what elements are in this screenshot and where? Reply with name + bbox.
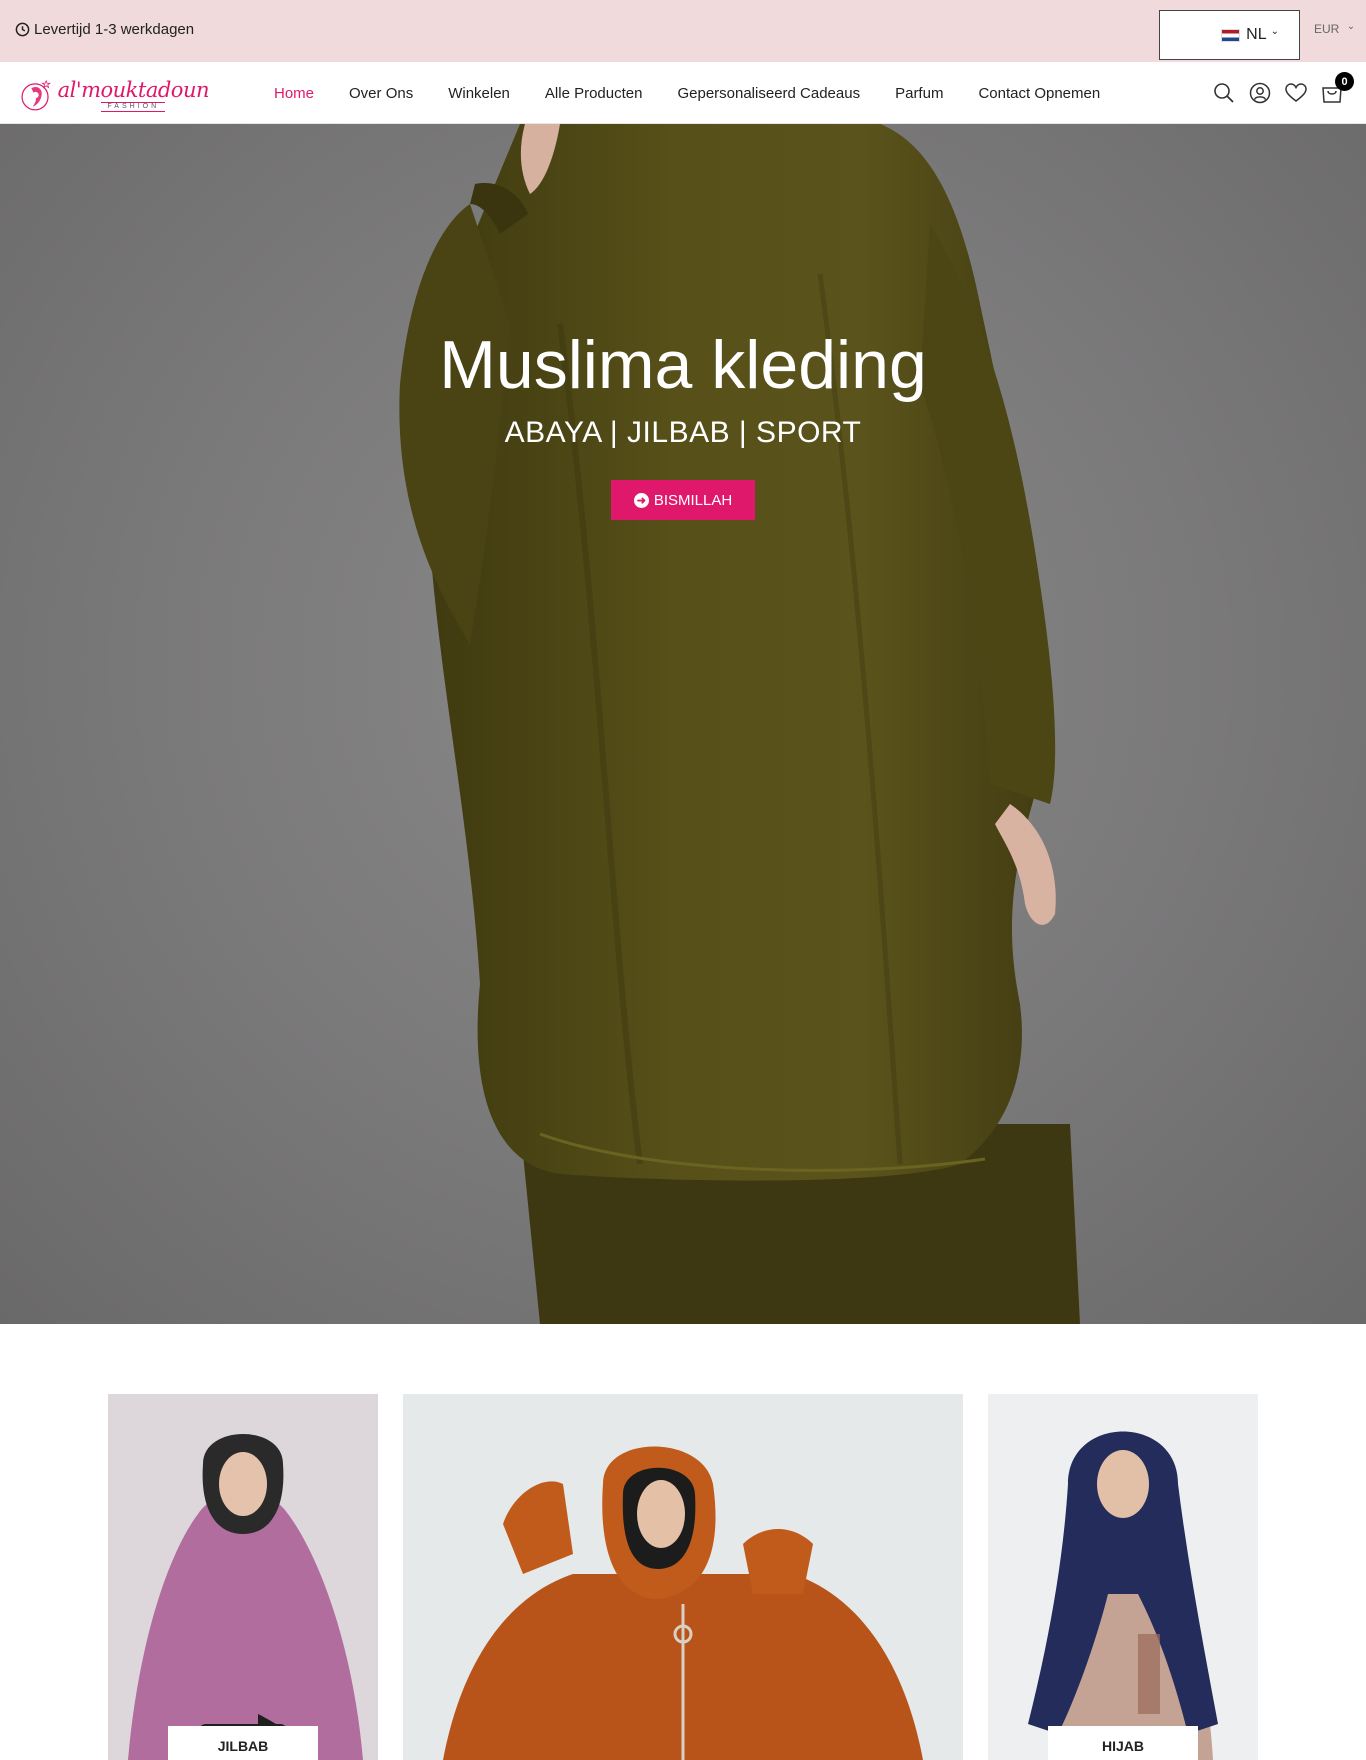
nav-item-home[interactable]: Home xyxy=(274,85,314,102)
nav-item-over-ons[interactable]: Over Ons xyxy=(349,85,413,102)
category-card-hijab[interactable]: HIJAB xyxy=(988,1394,1258,1760)
cart-count-badge: 0 xyxy=(1335,72,1354,91)
logo-wordmark: al'mouktadoun xyxy=(57,77,210,102)
user-icon xyxy=(1249,82,1271,104)
language-selector[interactable]: NL ⌄ xyxy=(1159,10,1300,60)
search-button[interactable] xyxy=(1212,81,1236,105)
hero-banner: Muslima kleding ABAYA | JILBAB | SPORT ➜… xyxy=(0,124,1366,1324)
hero-model-image xyxy=(399,124,1080,1324)
brand-logo[interactable]: al'mouktadoun FASHION xyxy=(19,67,210,122)
account-button[interactable] xyxy=(1248,81,1272,105)
jilbab-model-image xyxy=(128,1434,363,1760)
chevron-down-icon: ⌄ xyxy=(1270,25,1279,37)
logo-emblem-icon xyxy=(21,79,52,110)
hero-title: Muslima kleding xyxy=(439,327,927,403)
primary-menu: Home Over Ons Winkelen Alle Producten Ge… xyxy=(274,62,1135,124)
main-navbar: al'mouktadoun FASHION Home Over Ons Wink… xyxy=(0,62,1366,124)
language-label: NL xyxy=(1246,26,1267,43)
hijab-model-image xyxy=(1028,1431,1218,1760)
dutch-flag-icon xyxy=(1221,28,1241,42)
currency-selector[interactable]: EUR ⌄ xyxy=(1314,21,1356,36)
delivery-info: Levertijd 1-3 werkdagen xyxy=(15,21,194,38)
nav-item-gepersonaliseerd-cadeaus[interactable]: Gepersonaliseerd Cadeaus xyxy=(677,85,860,102)
search-icon xyxy=(1214,83,1234,103)
nav-item-winkelen[interactable]: Winkelen xyxy=(448,85,510,102)
sport-model-image xyxy=(443,1446,923,1760)
cart-button[interactable]: 0 xyxy=(1320,72,1354,105)
hero-subtitle: ABAYA | JILBAB | SPORT xyxy=(504,416,862,449)
arrow-circle-right-icon: ➜ xyxy=(633,492,649,508)
top-bar: Levertijd 1-3 werkdagen NL ⌄ EUR ⌄ xyxy=(0,0,1366,62)
nav-item-contact-opnemen[interactable]: Contact Opnemen xyxy=(978,85,1100,102)
logo-tagline: FASHION xyxy=(101,101,166,112)
category-card-sport[interactable] xyxy=(403,1394,963,1760)
bismillah-button[interactable]: ➜ BISMILLAH xyxy=(611,480,755,520)
category-label-hijab: HIJAB xyxy=(1048,1726,1198,1760)
wishlist-button[interactable] xyxy=(1284,81,1308,105)
nav-item-alle-producten[interactable]: Alle Producten xyxy=(545,85,643,102)
currency-label: EUR xyxy=(1314,22,1340,36)
header-actions: 0 xyxy=(1212,72,1356,105)
category-card-jilbab[interactable]: JILBAB xyxy=(108,1394,378,1760)
delivery-text: Levertijd 1-3 werkdagen xyxy=(34,21,195,38)
clock-icon xyxy=(15,22,30,37)
heart-icon xyxy=(1285,83,1307,102)
bismillah-button-label: BISMILLAH xyxy=(653,491,733,509)
nav-item-parfum[interactable]: Parfum xyxy=(895,85,943,102)
category-label-jilbab: JILBAB xyxy=(168,1726,318,1760)
chevron-down-icon: ⌄ xyxy=(1346,21,1356,32)
